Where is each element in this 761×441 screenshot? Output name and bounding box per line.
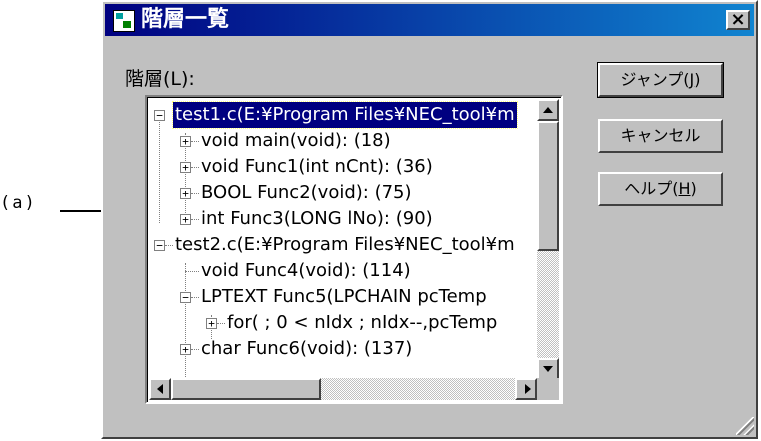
expand-icon[interactable]: + bbox=[180, 344, 191, 355]
collapse-icon[interactable]: − bbox=[154, 240, 165, 251]
arrow-down-icon bbox=[543, 366, 553, 372]
tree-connector bbox=[159, 115, 160, 223]
tree-connector bbox=[191, 297, 199, 298]
scroll-down-button[interactable] bbox=[537, 358, 559, 380]
horizontal-scroll-thumb[interactable] bbox=[171, 378, 321, 400]
vertical-scrollbar[interactable] bbox=[537, 99, 559, 380]
scroll-right-button[interactable] bbox=[515, 378, 537, 400]
horizontal-scrollbar[interactable] bbox=[149, 378, 537, 400]
app-icon bbox=[113, 10, 135, 32]
arrow-up-icon bbox=[543, 107, 553, 113]
title-bar[interactable]: 階層一覧 × bbox=[105, 4, 754, 36]
tree-item-label: for( ; 0 < nIdx ; nIdx--,pcTemp bbox=[227, 312, 498, 333]
jump-button-suffix: ) bbox=[694, 70, 701, 89]
hierarchy-dialog: 階層一覧 × 階層(L): − test1.c(E:¥Program Files… bbox=[101, 0, 758, 439]
tree-connector bbox=[185, 263, 186, 383]
collapse-icon[interactable]: − bbox=[180, 292, 191, 303]
tree-connector bbox=[191, 167, 199, 168]
tree-connector bbox=[191, 193, 199, 194]
cancel-button[interactable]: キャンセル bbox=[598, 119, 723, 153]
expand-icon[interactable]: + bbox=[180, 188, 191, 199]
scroll-left-button[interactable] bbox=[149, 378, 171, 400]
callout-label: (a) bbox=[0, 193, 37, 213]
help-button-suffix: ) bbox=[690, 179, 697, 198]
tree-item-label: BOOL Func2(void): (75) bbox=[201, 182, 412, 203]
scrollbar-corner bbox=[537, 378, 559, 400]
expand-icon[interactable]: + bbox=[206, 318, 217, 329]
tree-connector bbox=[217, 323, 225, 324]
cancel-button-label: キャンセル bbox=[620, 126, 701, 145]
tree-item-label: int Func3(LONG lNo): (90) bbox=[201, 208, 433, 229]
hierarchy-tree[interactable]: − test1.c(E:¥Program Files¥NEC_tool¥m + … bbox=[145, 95, 563, 404]
arrow-left-icon bbox=[157, 384, 163, 394]
tree-item-label: void Func4(void): (114) bbox=[201, 260, 411, 281]
expand-icon[interactable]: + bbox=[180, 214, 191, 225]
tree-connector bbox=[191, 349, 199, 350]
tree-connector bbox=[191, 141, 199, 142]
tree-label: 階層(L): bbox=[125, 68, 195, 90]
resize-grip-icon[interactable] bbox=[736, 417, 754, 435]
jump-button[interactable]: ジャンプ(J) bbox=[597, 62, 724, 98]
arrow-right-icon bbox=[525, 384, 531, 394]
tree-item-label: test1.c(E:¥Program Files¥NEC_tool¥m bbox=[172, 101, 518, 129]
scroll-up-button[interactable] bbox=[537, 99, 559, 121]
tree-item-label: void Func1(int nCnt): (36) bbox=[201, 156, 433, 177]
vertical-scroll-thumb[interactable] bbox=[537, 121, 559, 251]
tree-item-label: char Func6(void): (137) bbox=[201, 338, 413, 359]
tree-item-label: test2.c(E:¥Program Files¥NEC_tool¥m bbox=[175, 234, 515, 255]
help-button-mnemonic: H bbox=[678, 179, 691, 198]
tree-connector bbox=[191, 219, 199, 220]
tree-connector bbox=[185, 271, 199, 272]
jump-button-label: ジャンプ( bbox=[620, 70, 690, 89]
dialog-title: 階層一覧 bbox=[141, 7, 230, 32]
tree-item-label: LPTEXT Func5(LPCHAIN pcTemp bbox=[201, 286, 487, 307]
help-button-label: ヘルプ( bbox=[624, 179, 679, 198]
expand-icon[interactable]: + bbox=[180, 162, 191, 173]
collapse-icon[interactable]: − bbox=[154, 110, 165, 121]
close-button[interactable]: × bbox=[726, 10, 750, 30]
help-button[interactable]: ヘルプ(H) bbox=[598, 172, 723, 206]
expand-icon[interactable]: + bbox=[180, 136, 191, 147]
tree-item-label: void main(void): (18) bbox=[201, 130, 391, 151]
tree-connector bbox=[165, 245, 173, 246]
